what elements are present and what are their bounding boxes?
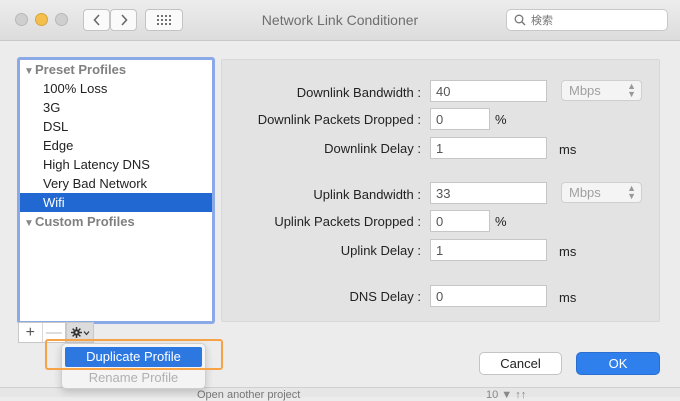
chevron-down-icon [83, 330, 89, 335]
highlight-box [45, 339, 223, 370]
profile-item-edge[interactable]: Edge [20, 136, 212, 155]
custom-profiles-header: Custom Profiles [35, 214, 135, 229]
profile-item-high-latency-dns[interactable]: High Latency DNS [20, 155, 212, 174]
dns-delay-field[interactable] [430, 285, 547, 307]
uplink-bandwidth-unit: Mbps [569, 185, 601, 200]
title-bar: Network Link Conditioner [0, 0, 680, 41]
downlink-bandwidth-field[interactable] [430, 80, 547, 102]
downlink-dropped-unit: % [495, 112, 507, 127]
search-input[interactable] [531, 12, 661, 28]
disclosure-triangle-icon[interactable]: ▼ [24, 214, 35, 233]
profile-item-100-loss[interactable]: 100% Loss [20, 79, 212, 98]
search-icon [514, 14, 526, 26]
downlink-delay-label: Downlink Delay : [324, 141, 421, 156]
preset-profiles-group[interactable]: ▼Preset Profiles [20, 60, 212, 79]
downlink-packets-dropped-label: Downlink Packets Dropped : [257, 112, 421, 127]
uplink-delay-label: Uplink Delay : [340, 243, 421, 258]
downlink-packets-dropped-field[interactable] [430, 108, 490, 130]
uplink-packets-dropped-label: Uplink Packets Dropped : [274, 214, 421, 229]
uplink-packets-dropped-field[interactable] [430, 210, 490, 232]
profile-item-dsl[interactable]: DSL [20, 117, 212, 136]
cancel-button[interactable]: Cancel [479, 352, 562, 375]
menu-item-rename-profile: Rename Profile [88, 370, 179, 385]
search-field[interactable] [506, 9, 668, 31]
uplink-dropped-unit: % [495, 214, 507, 229]
add-profile-button[interactable]: + [19, 323, 42, 342]
downlink-delay-field[interactable] [430, 137, 547, 159]
profile-item-wifi[interactable]: Wifi [20, 193, 212, 212]
downlink-delay-unit: ms [559, 142, 577, 157]
uplink-delay-unit: ms [559, 244, 577, 259]
preset-profiles-header: Preset Profiles [35, 62, 127, 77]
custom-profiles-group[interactable]: ▼Custom Profiles [20, 212, 212, 231]
disclosure-triangle-icon[interactable]: ▼ [24, 62, 35, 81]
dns-delay-unit: ms [559, 290, 577, 305]
uplink-delay-field[interactable] [430, 239, 547, 261]
dns-delay-label: DNS Delay : [349, 289, 421, 304]
downlink-bandwidth-label: Downlink Bandwidth : [296, 85, 421, 100]
up-down-arrows-icon: ▲ ▼ [627, 81, 636, 99]
background-window-text-2: 10 ▼ ↑↑ [486, 389, 527, 401]
uplink-bandwidth-field[interactable] [430, 182, 547, 204]
downlink-bandwidth-unit: Mbps [569, 83, 601, 98]
uplink-bandwidth-label: Uplink Bandwidth : [313, 187, 421, 202]
profile-list[interactable]: ▼Preset Profiles 100% Loss 3G DSL Edge H… [17, 57, 215, 324]
uplink-bandwidth-unit-select[interactable]: Mbps ▲ ▼ [561, 182, 642, 203]
ok-button[interactable]: OK [576, 352, 660, 375]
profile-item-3g[interactable]: 3G [20, 98, 212, 117]
background-window-text: Open another project [197, 389, 301, 401]
gear-icon [70, 327, 82, 338]
downlink-bandwidth-unit-select[interactable]: Mbps ▲ ▼ [561, 80, 642, 101]
profile-item-very-bad-network[interactable]: Very Bad Network [20, 174, 212, 193]
up-down-arrows-icon: ▲ ▼ [627, 183, 636, 201]
